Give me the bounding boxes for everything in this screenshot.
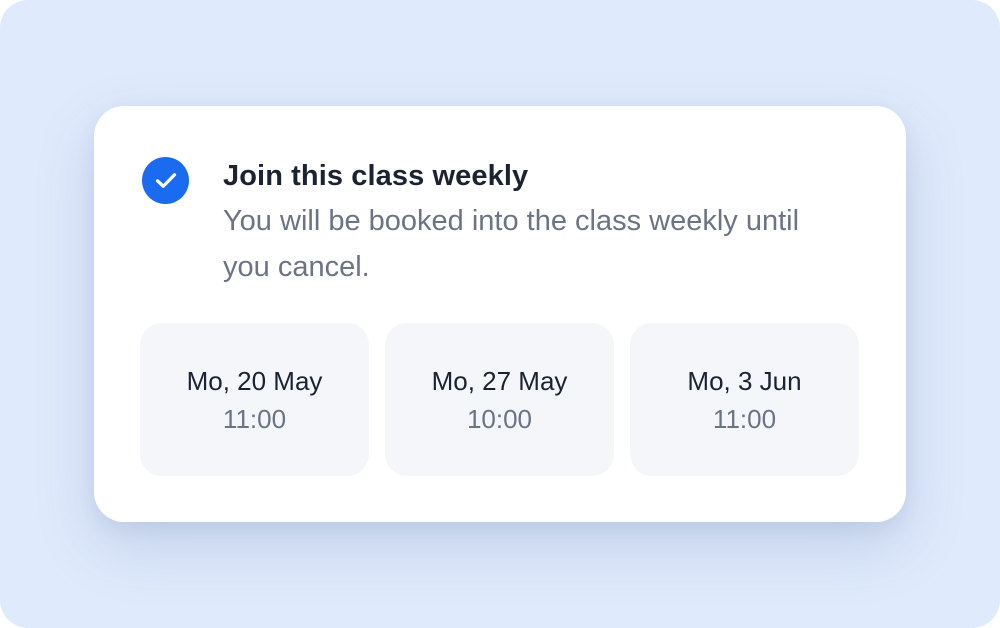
- session-card[interactable]: Mo, 20 May 11:00: [140, 323, 369, 476]
- session-card[interactable]: Mo, 27 May 10:00: [385, 323, 614, 476]
- session-time: 10:00: [466, 403, 533, 434]
- check-icon: [155, 173, 176, 188]
- session-time: 11:00: [712, 403, 777, 434]
- session-date: Mo, 27 May: [431, 365, 568, 396]
- session-card[interactable]: Mo, 3 Jun 11:00: [630, 323, 859, 476]
- option-title: Join this class weekly: [223, 160, 529, 192]
- session-list: Mo, 20 May 11:00 Mo, 27 May 10:00 Mo, 3 …: [140, 323, 859, 476]
- session-date: Mo, 3 Jun: [687, 365, 802, 396]
- session-date: Mo, 20 May: [186, 365, 323, 396]
- checkbox-checked-icon[interactable]: [142, 157, 189, 204]
- recurring-booking-card: Join this class weekly You will be booke…: [94, 106, 906, 522]
- join-weekly-option[interactable]: Join this class weekly You will be booke…: [142, 154, 858, 290]
- page-background: Join this class weekly You will be booke…: [0, 0, 1000, 628]
- option-description: You will be booked into the class weekly…: [223, 205, 800, 283]
- session-time: 11:00: [222, 403, 287, 434]
- option-text: Join this class weekly You will be booke…: [223, 154, 823, 290]
